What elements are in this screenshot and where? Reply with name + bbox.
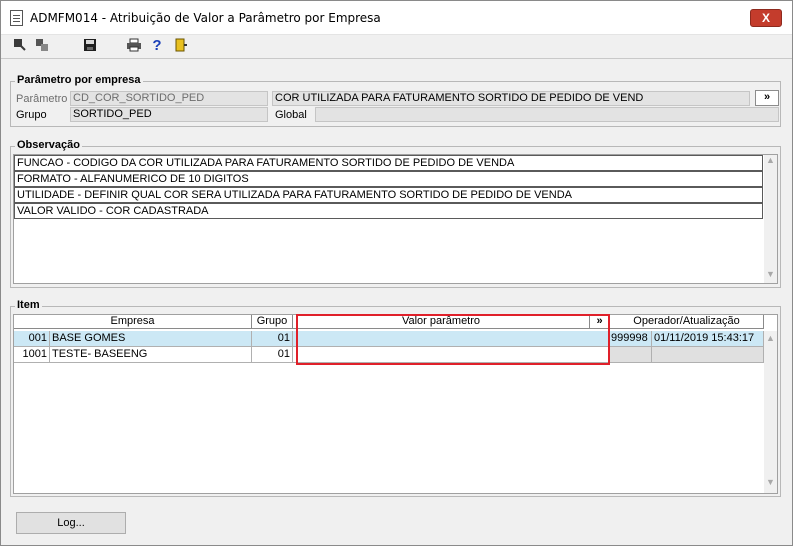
- exit-icon[interactable]: [173, 38, 189, 54]
- observacao-line: UTILIDADE - DEFINIR QUAL COR SERA UTILIZ…: [14, 187, 763, 203]
- observacao-line: VALOR VALIDO - COR CADASTRADA: [14, 203, 763, 219]
- global-field[interactable]: [315, 107, 779, 122]
- parametro-label: Parâmetro: [16, 93, 68, 105]
- empresa-codigo-cell[interactable]: 1001: [14, 347, 50, 363]
- scroll-up-icon[interactable]: ▲: [764, 333, 777, 343]
- log-button[interactable]: Log...: [16, 512, 126, 534]
- item-group-title: Item: [15, 299, 42, 311]
- empresa-nome-cell[interactable]: BASE GOMES: [50, 331, 252, 347]
- document-icon: [10, 10, 23, 26]
- main-window: ADMFM014 - Atribuição de Valor a Parâmet…: [0, 0, 793, 546]
- print-icon[interactable]: [126, 38, 142, 54]
- grupo-cell[interactable]: 01: [252, 331, 293, 347]
- copy-icon[interactable]: [34, 38, 50, 54]
- operador-cell[interactable]: 999998: [610, 331, 652, 347]
- parametro-lookup-button[interactable]: »: [755, 90, 779, 106]
- operador-cell: [610, 347, 652, 363]
- save-icon[interactable]: [82, 38, 98, 54]
- observacao-group-title: Observação: [15, 139, 82, 151]
- scroll-up-icon[interactable]: ▲: [764, 155, 777, 165]
- valor-parametro-highlight: [296, 314, 610, 365]
- observacao-line: FORMATO - ALFANUMERICO DE 10 DIGITOS: [14, 171, 763, 187]
- observacao-text-area[interactable]: FUNCAO - CODIGO DA COR UTILIZADA PARA FA…: [13, 154, 778, 284]
- grupo-cell[interactable]: 01: [252, 347, 293, 363]
- empresa-nome-cell[interactable]: TESTE- BASEENG: [50, 347, 252, 363]
- parametro-description-field[interactable]: COR UTILIZADA PARA FATURAMENTO SORTIDO D…: [272, 91, 750, 106]
- first-record-icon[interactable]: [12, 38, 28, 54]
- global-label: Global: [275, 109, 307, 121]
- atualizacao-cell: [652, 347, 764, 363]
- header-operador-atualizacao[interactable]: Operador/Atualização: [610, 315, 764, 329]
- help-icon[interactable]: ?: [149, 38, 165, 54]
- header-empresa[interactable]: Empresa: [14, 315, 252, 329]
- window-title: ADMFM014 - Atribuição de Valor a Parâmet…: [30, 11, 381, 25]
- scroll-down-icon[interactable]: ▼: [764, 269, 777, 279]
- parametro-field[interactable]: CD_COR_SORTIDO_PED: [70, 91, 268, 106]
- grupo-label: Grupo: [16, 109, 47, 121]
- header-grupo[interactable]: Grupo: [252, 315, 293, 329]
- atualizacao-cell[interactable]: 01/11/2019 15:43:17: [652, 331, 764, 347]
- toolbar-separator: [1, 58, 792, 59]
- close-button[interactable]: X: [750, 9, 782, 27]
- grupo-field[interactable]: SORTIDO_PED: [70, 107, 268, 122]
- scroll-down-icon[interactable]: ▼: [764, 477, 777, 487]
- empresa-codigo-cell[interactable]: 001: [14, 331, 50, 347]
- title-bar: ADMFM014 - Atribuição de Valor a Parâmet…: [1, 1, 792, 35]
- item-scrollbar[interactable]: ▲ ▼: [764, 331, 777, 493]
- parametro-group-title: Parâmetro por empresa: [15, 74, 143, 86]
- observacao-line: FUNCAO - CODIGO DA COR UTILIZADA PARA FA…: [14, 155, 763, 171]
- toolbar: ?: [1, 36, 792, 58]
- observacao-scrollbar[interactable]: ▲ ▼: [764, 155, 777, 283]
